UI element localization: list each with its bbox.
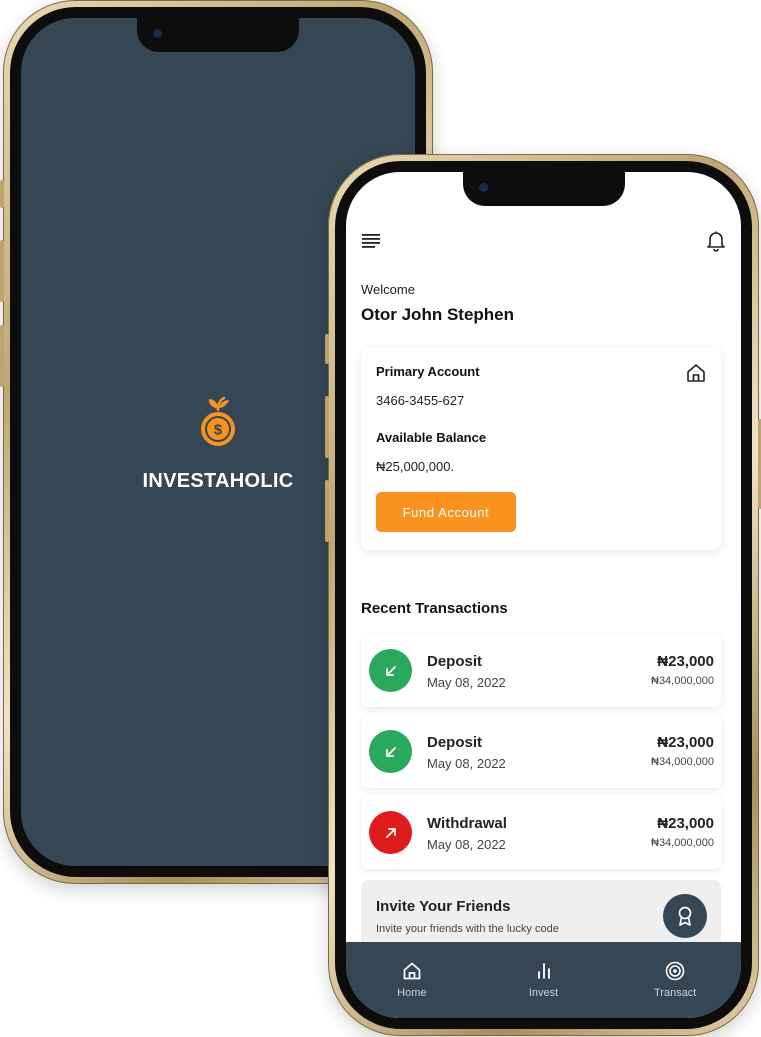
- welcome-label: Welcome: [361, 282, 415, 297]
- deposit-arrow-icon: [369, 649, 412, 692]
- invite-subtitle: Invite your friends with the lucky code: [376, 923, 559, 935]
- transaction-type: Deposit: [427, 734, 483, 751]
- transaction-balance: ₦34,000,000: [651, 837, 714, 849]
- nav-item-invest[interactable]: Invest: [478, 942, 610, 1018]
- bar-chart-icon: [537, 963, 550, 979]
- svg-text:$: $: [214, 422, 223, 439]
- fund-account-button[interactable]: Fund Account: [376, 492, 516, 532]
- transactions-list: Deposit May 08, 2022 ₦23,000 ₦34,000,000…: [361, 634, 721, 877]
- user-name: Otor John Stephen: [361, 305, 514, 324]
- withdrawal-arrow-icon: [369, 811, 412, 854]
- brand-name: INVESTAHOLIC: [142, 470, 294, 492]
- nav-item-home[interactable]: Home: [346, 942, 478, 1018]
- notch: [462, 172, 625, 206]
- notch: [137, 18, 299, 52]
- transaction-row[interactable]: Deposit May 08, 2022 ₦23,000 ₦34,000,000: [361, 634, 721, 707]
- home-icon: [403, 962, 421, 980]
- volume-up-button: [0, 240, 4, 302]
- primary-account-label: Primary Account: [376, 364, 480, 379]
- dashboard-screen: Welcome Otor John Stephen Primary Accoun…: [346, 172, 741, 1018]
- dashboard-phone: Welcome Otor John Stephen Primary Accoun…: [325, 154, 761, 1036]
- transaction-row[interactable]: Deposit May 08, 2022 ₦23,000 ₦34,000,000: [361, 715, 721, 788]
- transaction-date: May 08, 2022: [427, 837, 506, 852]
- available-balance: ₦25,000,000.: [376, 459, 455, 474]
- volume-down-button: [325, 480, 329, 542]
- invite-title: Invite Your Friends: [376, 898, 511, 915]
- available-balance-label: Available Balance: [376, 430, 487, 445]
- transaction-type: Withdrawal: [427, 815, 507, 832]
- transaction-amount: ₦23,000: [657, 653, 714, 670]
- mute-switch: [0, 180, 4, 208]
- deposit-arrow-icon: [369, 730, 412, 773]
- bottom-nav: Home Invest Transact: [346, 942, 741, 1018]
- account-card: Primary Account 3466-3455-627 Available …: [361, 348, 721, 550]
- nav-label-invest: Invest: [528, 987, 559, 999]
- transaction-type: Deposit: [427, 653, 483, 670]
- transaction-amount: ₦23,000: [657, 734, 714, 751]
- volume-down-button: [0, 325, 4, 387]
- transaction-amount: ₦23,000: [657, 815, 714, 832]
- transaction-balance: ₦34,000,000: [651, 675, 714, 687]
- nav-label-transact: Transact: [653, 987, 697, 999]
- transaction-row[interactable]: Withdrawal May 08, 2022 ₦23,000 ₦34,000,…: [361, 796, 721, 869]
- transaction-date: May 08, 2022: [427, 756, 506, 771]
- dashboard-app: Welcome Otor John Stephen Primary Accoun…: [346, 172, 741, 1018]
- camera-icon: [153, 29, 162, 38]
- award-icon: [678, 906, 692, 926]
- transaction-date: May 08, 2022: [427, 675, 506, 690]
- money-fruit-logo-icon: $: [201, 396, 235, 446]
- bell-icon[interactable]: [706, 230, 726, 252]
- bank-home-icon: [687, 364, 705, 382]
- nav-label-home: Home: [397, 987, 427, 999]
- award-button[interactable]: [663, 894, 707, 938]
- recent-transactions-title: Recent Transactions: [361, 600, 508, 617]
- target-icon: [665, 961, 685, 981]
- transaction-balance: ₦34,000,000: [651, 756, 714, 768]
- account-number: 3466-3455-627: [376, 393, 465, 408]
- volume-up-button: [325, 396, 329, 458]
- menu-icon[interactable]: [361, 230, 381, 250]
- mute-switch: [325, 334, 329, 364]
- nav-item-transact[interactable]: Transact: [609, 942, 741, 1018]
- camera-icon: [478, 183, 488, 192]
